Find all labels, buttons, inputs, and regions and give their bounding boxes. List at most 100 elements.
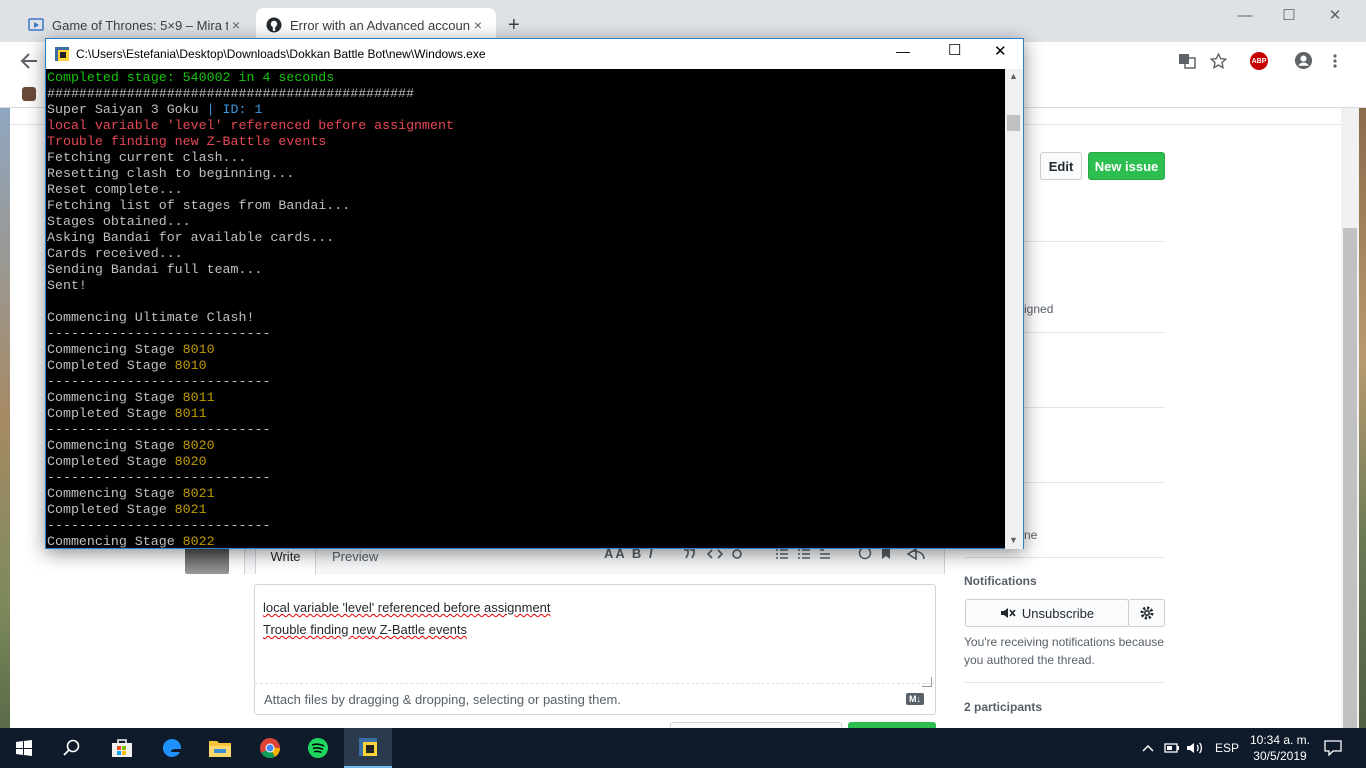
spotify-icon[interactable] bbox=[294, 728, 342, 768]
console-line: Resetting clash to beginning... bbox=[47, 166, 295, 181]
comment-line-2-text: Trouble finding new Z-Battle events bbox=[263, 622, 468, 637]
unsubscribe-button[interactable]: Unsubscribe bbox=[965, 599, 1129, 627]
scrollbar-thumb[interactable] bbox=[1343, 228, 1357, 748]
tab-title: Game of Thrones: 5×9 – Mira tu… bbox=[52, 17, 228, 33]
new-tab-button[interactable]: + bbox=[508, 14, 520, 37]
console-titlebar[interactable]: C:\Users\Estefania\Desktop\Downloads\Dok… bbox=[46, 39, 1023, 69]
mute-icon bbox=[1000, 608, 1016, 618]
console-line: Sent! bbox=[47, 278, 87, 293]
console-line-segment: Completed Stage bbox=[47, 358, 175, 373]
new-issue-button[interactable]: New issue bbox=[1088, 152, 1165, 180]
console-window[interactable]: C:\Users\Estefania\Desktop\Downloads\Dok… bbox=[45, 38, 1024, 549]
profile-icon[interactable] bbox=[1294, 51, 1313, 70]
bookmark-favicon[interactable] bbox=[22, 87, 36, 101]
console-line-segment: Super Saiyan 3 Goku bbox=[47, 102, 207, 117]
console-line: ########################################… bbox=[47, 86, 415, 101]
console-line: ---------------------------- bbox=[47, 326, 271, 341]
battery-icon[interactable] bbox=[1164, 741, 1180, 755]
console-line: Super Saiyan 3 Goku | ID: 1 bbox=[47, 102, 1005, 118]
minimize-button[interactable]: — bbox=[1222, 0, 1268, 30]
tab-preview[interactable]: Preview bbox=[332, 549, 378, 564]
close-button[interactable]: ✕ bbox=[1312, 0, 1358, 30]
console-line: Cards received... bbox=[47, 246, 183, 261]
windows-taskbar: ESP 10:34 a. m. 30/5/2019 bbox=[0, 728, 1366, 768]
page-scrollbar[interactable] bbox=[1341, 108, 1359, 748]
adblock-icon[interactable]: ABP bbox=[1250, 52, 1268, 70]
console-line: Fetching current clash... bbox=[47, 150, 247, 165]
console-line: Asking Bandai for available cards... bbox=[47, 230, 335, 245]
console-line: Completed Stage 8021 bbox=[47, 502, 1005, 518]
avatar bbox=[185, 546, 229, 574]
clock[interactable]: 10:34 a. m. 30/5/2019 bbox=[1240, 732, 1320, 764]
console-line: Commencing Ultimate Clash! bbox=[47, 310, 255, 325]
console-line: local variable 'level' referenced before… bbox=[47, 118, 454, 133]
console-line: ---------------------------- bbox=[47, 470, 271, 485]
console-line: Completed Stage 8020 bbox=[47, 454, 1005, 470]
console-scrollbar[interactable]: ▲ ▼ bbox=[1005, 69, 1023, 549]
star-icon[interactable] bbox=[1210, 53, 1227, 69]
scroll-up-arrow[interactable]: ▲ bbox=[1009, 71, 1018, 81]
insert-icons[interactable] bbox=[682, 548, 762, 560]
store-icon[interactable] bbox=[98, 728, 146, 768]
milestone-text: ne bbox=[1024, 528, 1038, 542]
console-line: Commencing Stage 8020 bbox=[47, 438, 1005, 454]
scroll-down-arrow[interactable]: ▼ bbox=[1009, 535, 1018, 545]
console-line-segment: 8010 bbox=[174, 358, 207, 373]
search-icon[interactable] bbox=[48, 728, 96, 768]
close-icon[interactable]: × bbox=[228, 17, 244, 33]
attach-files-hint[interactable]: Attach files by dragging & dropping, sel… bbox=[264, 692, 621, 707]
comment-line-2: Trouble finding new Z-Battle events bbox=[263, 619, 551, 641]
tab-game-of-thrones[interactable]: Game of Thrones: 5×9 – Mira tu… × bbox=[18, 8, 254, 42]
back-icon[interactable] bbox=[20, 53, 38, 69]
tab-github-issue[interactable]: Error with an Advanced account… × bbox=[256, 8, 496, 42]
console-line: ---------------------------- bbox=[47, 422, 271, 437]
notification-reason: You're receiving notifications because y… bbox=[964, 635, 1164, 667]
console-line-segment: Commencing Stage bbox=[47, 342, 183, 357]
console-line-segment: 8020 bbox=[174, 454, 207, 469]
maximize-button[interactable]: ☐ bbox=[1266, 0, 1312, 30]
console-line: Completed Stage 8011 bbox=[47, 406, 1005, 422]
console-line-segment: 8020 bbox=[182, 438, 215, 453]
notifications-heading: Notifications bbox=[964, 574, 1037, 588]
resize-handle[interactable] bbox=[922, 677, 932, 687]
dokkan-bot-icon[interactable] bbox=[344, 728, 392, 768]
console-line: Completed stage: 540002 in 4 seconds bbox=[47, 70, 335, 85]
notification-settings-button[interactable] bbox=[1128, 599, 1165, 627]
menu-icon[interactable] bbox=[1332, 53, 1338, 69]
windows-start-icon[interactable] bbox=[0, 728, 48, 768]
action-center-icon[interactable] bbox=[1324, 740, 1342, 756]
video-icon bbox=[28, 18, 44, 31]
console-line: ---------------------------- bbox=[47, 518, 271, 533]
browser-tab-strip: Game of Thrones: 5×9 – Mira tu… × Error … bbox=[0, 0, 1366, 42]
chrome-icon[interactable] bbox=[246, 728, 294, 768]
console-line: Reset complete... bbox=[47, 182, 183, 197]
edit-button[interactable]: Edit bbox=[1040, 152, 1082, 180]
console-minimize-button[interactable]: — bbox=[896, 43, 910, 59]
list-icons[interactable] bbox=[774, 548, 834, 560]
console-scrollbar-thumb[interactable] bbox=[1007, 115, 1020, 131]
file-explorer-icon[interactable] bbox=[196, 728, 244, 768]
chevron-up-icon[interactable] bbox=[1142, 743, 1154, 753]
clock-date: 30/5/2019 bbox=[1253, 749, 1307, 763]
volume-icon[interactable] bbox=[1186, 741, 1204, 755]
edge-icon[interactable] bbox=[148, 728, 196, 768]
console-line-segment: 8021 bbox=[174, 502, 207, 517]
language-indicator[interactable]: ESP bbox=[1215, 741, 1239, 755]
console-line-segment: Commencing Stage bbox=[47, 390, 183, 405]
comment-textarea[interactable]: local variable 'level' referenced before… bbox=[254, 584, 936, 715]
sidebar-divider bbox=[965, 682, 1165, 683]
console-line-segment: Completed Stage bbox=[47, 454, 175, 469]
console-close-button[interactable]: ✕ bbox=[994, 42, 1007, 60]
console-maximize-button[interactable]: ☐ bbox=[948, 41, 961, 59]
comment-line-1: local variable 'level' referenced before… bbox=[263, 597, 551, 619]
desktop-wallpaper-left bbox=[0, 108, 10, 728]
close-icon[interactable]: × bbox=[470, 17, 486, 33]
console-line-segment: 8011 bbox=[174, 406, 207, 421]
translate-icon[interactable] bbox=[1178, 53, 1196, 69]
console-line: Completed Stage 8010 bbox=[47, 358, 1005, 374]
console-title: C:\Users\Estefania\Desktop\Downloads\Dok… bbox=[76, 47, 486, 61]
unsubscribe-label: Unsubscribe bbox=[1021, 605, 1095, 621]
console-line-segment: | ID: 1 bbox=[206, 102, 263, 117]
console-line-segment: 8021 bbox=[182, 486, 215, 501]
